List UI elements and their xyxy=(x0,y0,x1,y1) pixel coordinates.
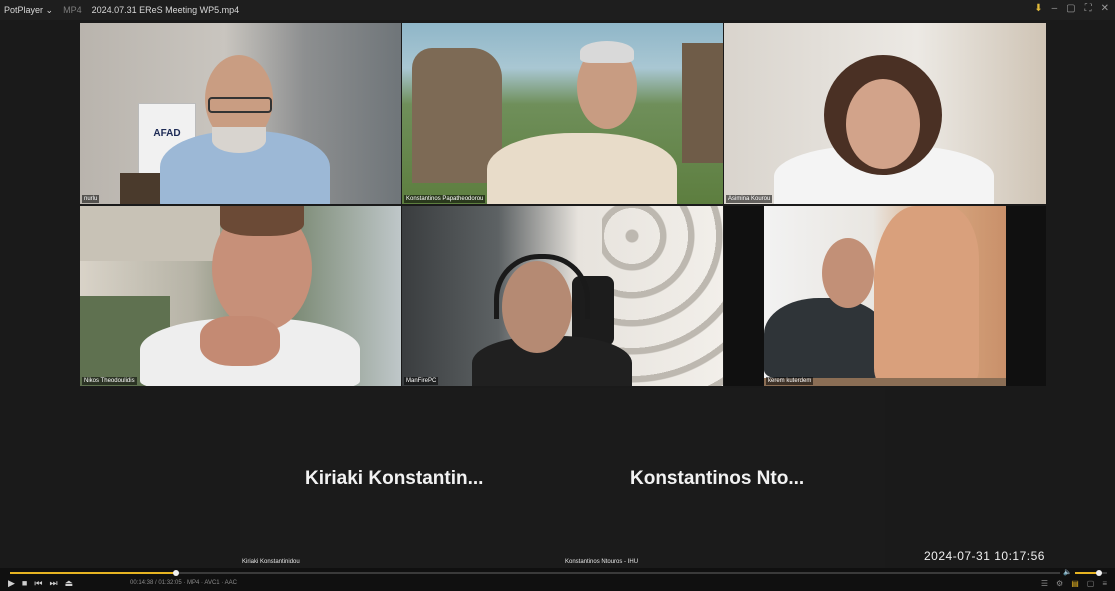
participant-name: Konstantinos Papatheodorou xyxy=(404,195,486,203)
hand-blur xyxy=(874,206,979,386)
volume-icon[interactable]: 🔈 xyxy=(1063,568,1072,576)
participant-name: Kiriaki Konstantinidou xyxy=(242,559,300,565)
window-controls: ⬇ – ▢ ⛶ ✕ xyxy=(1034,3,1109,14)
participant-display-name: Kiriaki Konstantin... xyxy=(305,468,484,489)
headphones xyxy=(494,254,590,319)
participant-name: Asimina Kourou xyxy=(726,195,773,203)
transport-buttons: ▶ ■ ⏮ ⏭ ⏏ xyxy=(8,578,73,589)
stop-icon[interactable]: ■ xyxy=(22,578,27,589)
playlist-icon[interactable]: ☰ xyxy=(1041,579,1048,588)
participant-name: Nikos Theodoulidis xyxy=(82,377,137,385)
right-buttons: ☰ ⚙ ▤ ▢ ≡ xyxy=(1041,579,1107,588)
seek-progress xyxy=(10,572,176,574)
play-icon[interactable]: ▶ xyxy=(8,578,15,589)
seek-handle[interactable] xyxy=(172,570,179,576)
participant-tile: kerem kuterdem xyxy=(724,206,1046,386)
participant-display-name: Konstantinos Nto... xyxy=(630,468,805,489)
subtitle-icon[interactable]: ▤ xyxy=(1071,579,1079,588)
participant-name: kerem kuterdem xyxy=(766,377,814,385)
participant-name: Konstantinos Ntouros - IHU xyxy=(565,559,639,565)
glasses xyxy=(208,97,272,113)
app-menu-button[interactable]: PotPlayer ⌄ xyxy=(4,5,53,16)
close-icon[interactable]: ✕ xyxy=(1101,3,1109,14)
screen-icon[interactable]: ▢ xyxy=(1087,579,1095,588)
restore-icon[interactable]: ▢ xyxy=(1066,3,1075,14)
window-title: 2024.07.31 EReS Meeting WP5.mp4 xyxy=(91,5,240,15)
time-info: 00:14:38 / 01:32:05 · MP4 · AVC1 · AAC xyxy=(130,580,237,586)
minimize-icon[interactable]: – xyxy=(1052,3,1058,14)
participant-tile: ManFirePC xyxy=(402,206,723,386)
playback-controls: 🔈 ▶ ■ ⏮ ⏭ ⏏ 00:14:38 / 01:32:05 · MP4 · … xyxy=(0,568,1115,591)
timestamp-overlay: 2024-07-31 10:17:56 xyxy=(924,549,1045,563)
participant-tile: Asimina Kourou xyxy=(724,23,1046,204)
volume-slider[interactable] xyxy=(1075,570,1107,576)
participant-name: ManFirePC xyxy=(404,377,439,385)
seek-bar[interactable] xyxy=(10,570,1060,576)
title-bar: PotPlayer ⌄ MP4 2024.07.31 EReS Meeting … xyxy=(0,0,1115,20)
participant-tile: Konstantinos Papatheodorou xyxy=(402,23,723,204)
menu-icon[interactable]: ≡ xyxy=(1102,579,1107,588)
participant-name: nurlu xyxy=(82,195,100,203)
previous-icon[interactable]: ⏮ xyxy=(34,578,42,589)
settings-icon[interactable]: ⚙ xyxy=(1056,579,1063,588)
participant-tile: Nikos Theodoulidis xyxy=(80,206,401,386)
resize-icon[interactable]: ⛶ xyxy=(1085,3,1092,14)
participant-tile: AFAD nurlu xyxy=(80,23,401,204)
eject-icon[interactable]: ⏏ xyxy=(65,578,74,589)
pin-icon[interactable]: ⬇ xyxy=(1034,3,1042,14)
format-label: MP4 xyxy=(63,5,82,15)
next-icon[interactable]: ⏭ xyxy=(49,578,57,589)
volume-handle[interactable] xyxy=(1096,570,1102,576)
video-area[interactable]: AFAD nurlu Konstantinos Papatheodorou As… xyxy=(0,20,1115,568)
no-video-tile: Kiriaki Konstantin... Konstantinos Nto..… xyxy=(240,388,885,568)
